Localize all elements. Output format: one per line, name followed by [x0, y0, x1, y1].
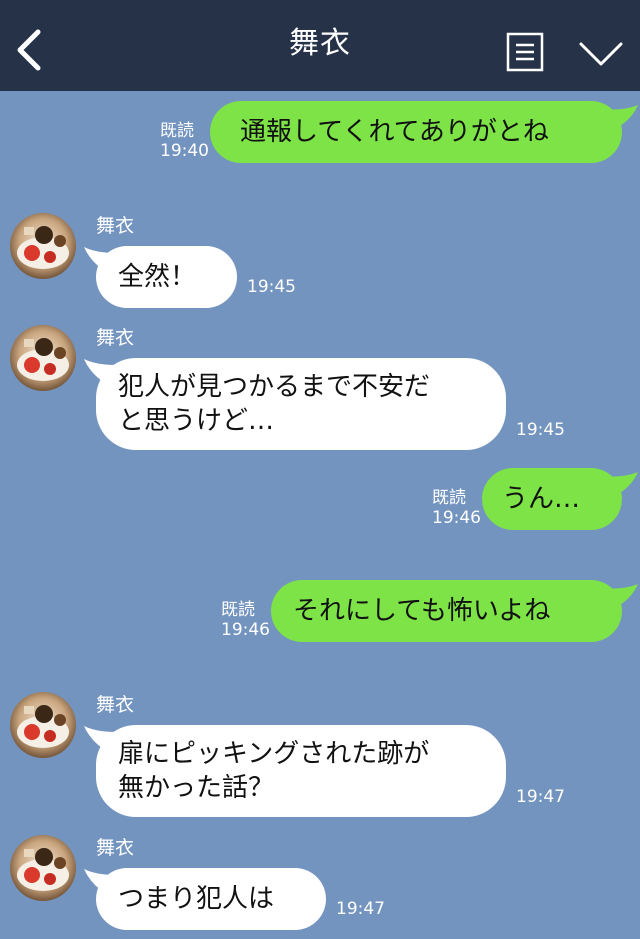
read-label: 既読	[160, 121, 194, 141]
read-label: 既読	[221, 600, 255, 620]
cake-avatar-image	[10, 835, 76, 901]
chevron-down-icon	[579, 42, 623, 66]
read-receipt: 既読 19:46	[221, 600, 270, 640]
sender-name: 舞衣	[96, 215, 135, 237]
incoming-message[interactable]: 犯人が見つかるまで不安だ と思うけど…	[96, 358, 506, 450]
avatar[interactable]	[10, 835, 76, 901]
incoming-message[interactable]: 扉にピッキングされた跡が 無かった話？	[96, 725, 506, 817]
chat-header: 舞衣	[0, 0, 640, 91]
cake-avatar-image	[10, 692, 76, 758]
cake-avatar-image	[10, 325, 76, 391]
read-receipt: 既読 19:40	[160, 121, 209, 161]
outgoing-message[interactable]: 通報してくれてありがとね	[210, 101, 622, 163]
menu-button[interactable]	[506, 32, 544, 72]
message-line: 無かった話？	[118, 773, 275, 803]
message-text: 通報してくれてありがとね	[240, 117, 549, 147]
message-time: 19:47	[336, 899, 385, 919]
incoming-message[interactable]: つまり犯人は	[96, 868, 326, 930]
sender-name: 舞衣	[96, 327, 135, 349]
incoming-message[interactable]: 全然！	[96, 246, 237, 308]
message-time: 19:46	[432, 508, 481, 528]
message-text: 全然！	[118, 262, 197, 292]
collapse-button[interactable]	[578, 40, 624, 68]
avatar[interactable]	[10, 213, 76, 279]
cake-avatar-image	[10, 213, 76, 279]
message-time: 19:47	[516, 787, 565, 807]
bubble-tail	[604, 105, 638, 131]
avatar[interactable]	[10, 325, 76, 391]
chat-area: 既読 19:40 通報してくれてありがとね 舞衣 全然！ 19:45 舞衣 犯人…	[0, 91, 640, 939]
bubble-tail	[604, 584, 638, 610]
message-time: 19:45	[516, 420, 565, 440]
outgoing-message[interactable]: うん…	[482, 468, 622, 530]
message-time: 19:45	[247, 277, 296, 297]
avatar[interactable]	[10, 692, 76, 758]
outgoing-message[interactable]: それにしても怖いよね	[271, 580, 622, 642]
message-line: と思うけど…	[118, 406, 275, 436]
message-text: それにしても怖いよね	[293, 596, 551, 626]
read-label: 既読	[432, 488, 466, 508]
sender-name: 舞衣	[96, 837, 135, 859]
message-line: 扉にピッキングされた跡が	[118, 739, 430, 769]
message-time: 19:46	[221, 620, 270, 640]
message-text: 犯人が見つかるまで不安だ と思うけど…	[118, 370, 430, 438]
chat-title: 舞衣	[289, 26, 351, 61]
bubble-tail	[604, 472, 638, 498]
message-time: 19:40	[160, 141, 209, 161]
message-line: 犯人が見つかるまで不安だ	[118, 372, 431, 402]
message-text: つまり犯人は	[118, 884, 275, 914]
message-text: うん…	[502, 484, 581, 514]
read-receipt: 既読 19:46	[432, 488, 481, 528]
sender-name: 舞衣	[96, 694, 135, 716]
menu-icon	[506, 32, 544, 72]
message-text: 扉にピッキングされた跡が 無かった話？	[118, 737, 429, 805]
